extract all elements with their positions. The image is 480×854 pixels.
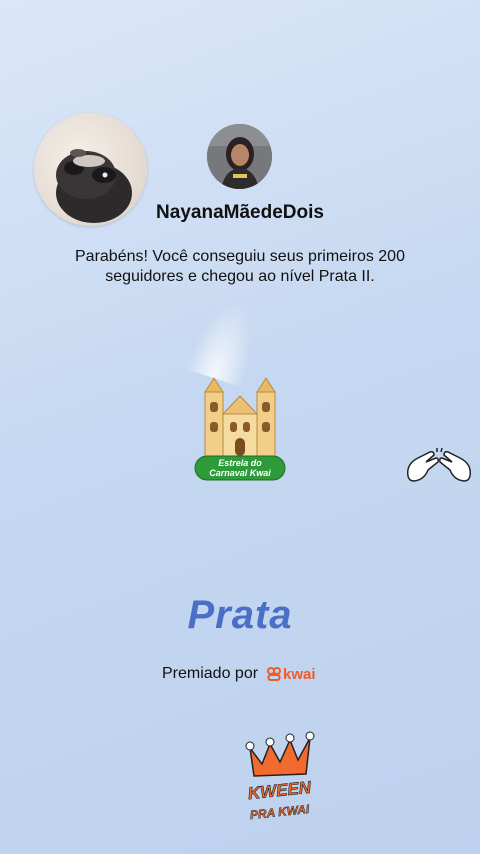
kwai-brand-text: kwai	[283, 665, 316, 683]
congrats-message: Parabéns! Você conseguiu seus primeiros …	[75, 248, 405, 285]
badge-line1: Estrela do	[218, 458, 262, 468]
badge-line2: Carnaval Kwai	[209, 468, 271, 478]
username-text: NayanaMãedeDois	[156, 202, 324, 223]
user-avatar	[207, 124, 272, 189]
awarded-by: Premiado por kwai	[162, 665, 316, 683]
username: NayanaMãedeDois	[0, 202, 480, 224]
clapping-hands-icon	[406, 447, 472, 482]
awarded-prefix: Premiado por	[162, 665, 259, 682]
clapping-hands-button[interactable]	[404, 446, 474, 486]
kwai-brand: kwai	[267, 666, 316, 683]
church-icon: Estrela do Carnaval Kwai	[194, 377, 286, 481]
logo-line1: KWEEN	[247, 778, 313, 804]
church-badge: Estrela do Carnaval Kwai	[193, 374, 287, 484]
crown-icon: KWEEN PRA KWAI	[245, 731, 315, 822]
kween-pra-kwai-logo: KWEEN PRA KWAI	[240, 730, 320, 830]
kwai-logo-icon	[267, 667, 282, 681]
logo-line2: PRA KWAI	[249, 802, 310, 822]
level-name: Prata	[187, 593, 293, 637]
